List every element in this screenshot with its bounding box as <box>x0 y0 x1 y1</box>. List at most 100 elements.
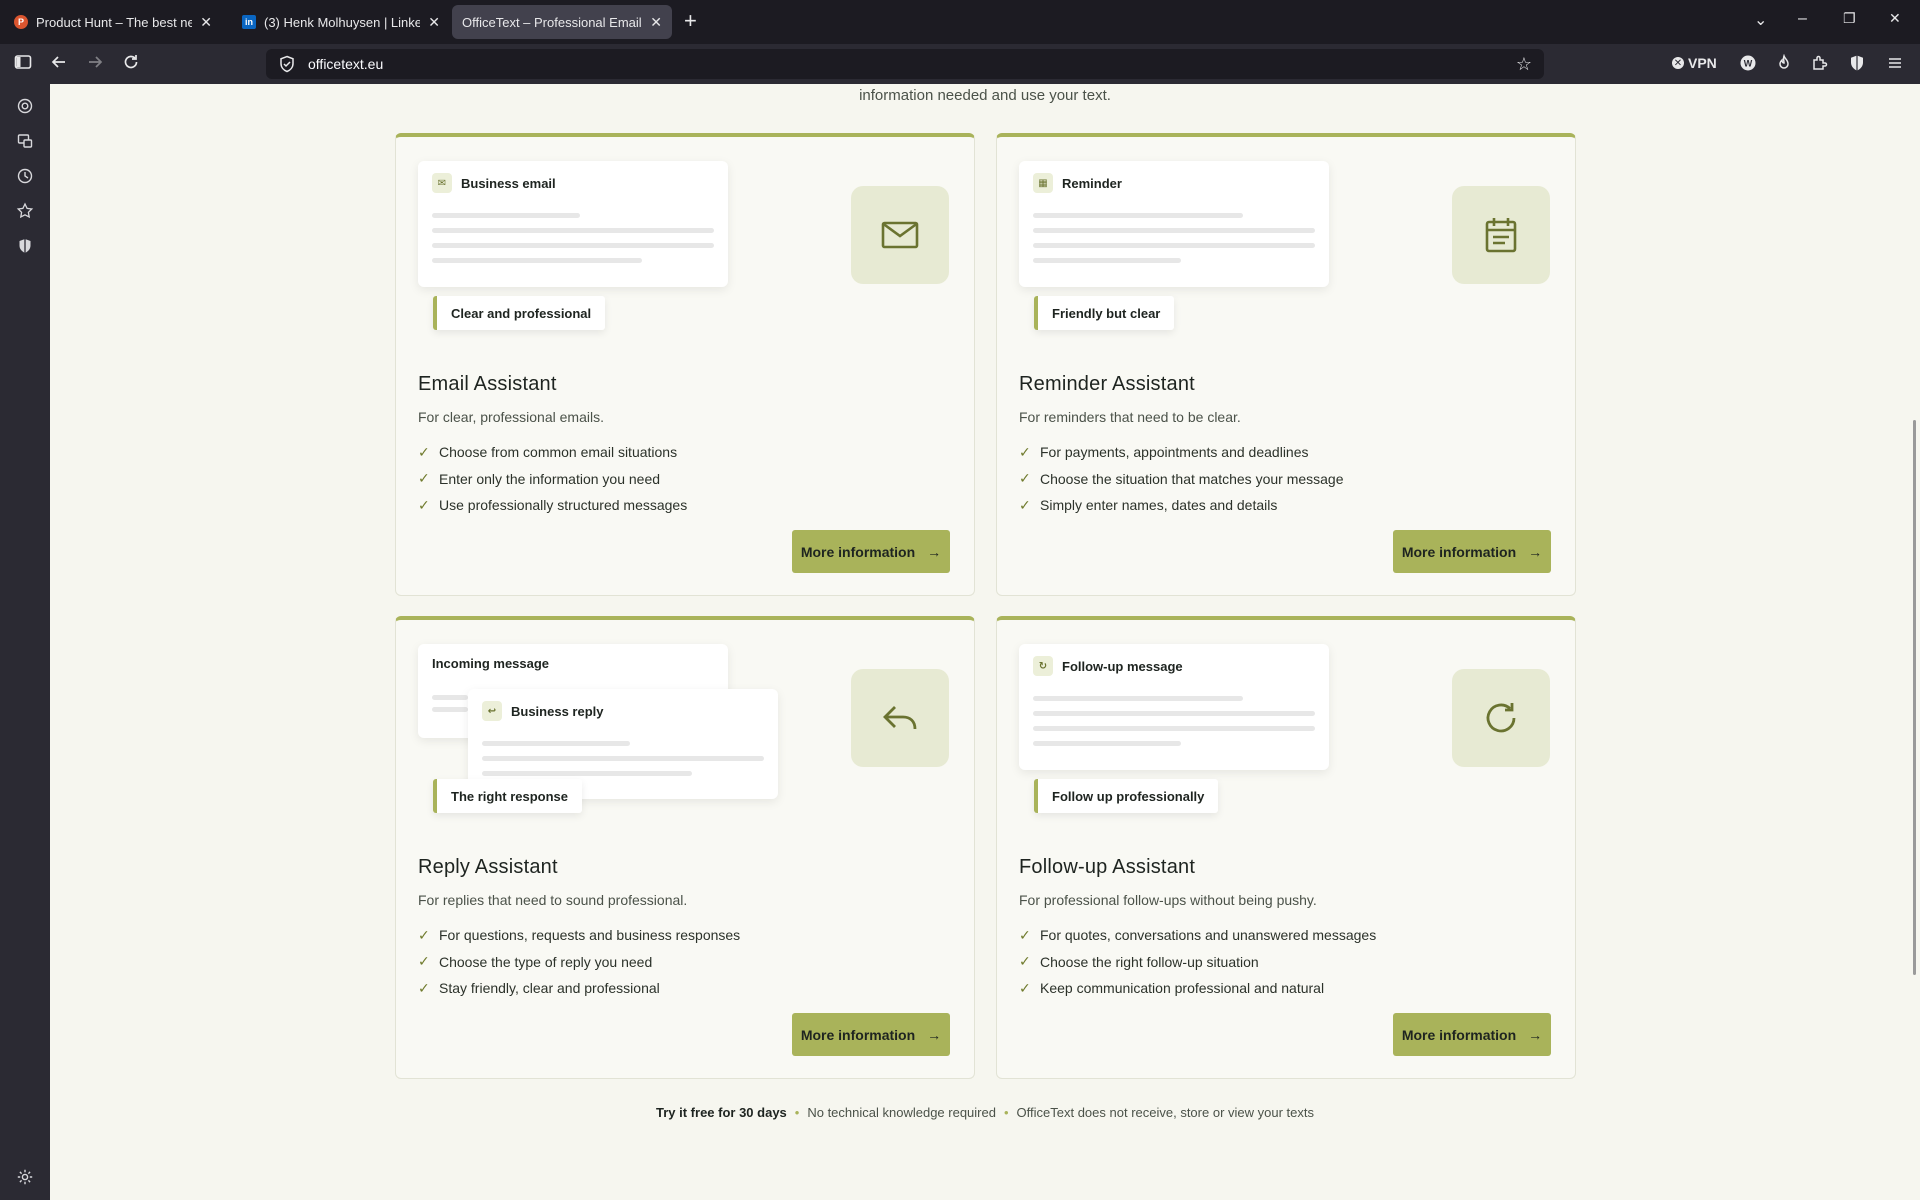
business-email-preview: ✉ Business email <box>418 161 728 287</box>
feature-item: ✓ For quotes, conversations and unanswere… <box>1019 926 1377 944</box>
new-tab-button[interactable]: + <box>684 10 697 32</box>
placeholder-line <box>482 771 692 776</box>
placeholder-line <box>482 741 630 746</box>
sidebar-toggle-icon[interactable] <box>14 53 32 76</box>
email-more-information-button[interactable]: More information → <box>792 530 950 573</box>
arrow-right-icon: → <box>927 1026 942 1043</box>
shield-icon[interactable] <box>1847 54 1867 74</box>
placeholder-line <box>1033 213 1243 218</box>
vpn-button[interactable]: ✕ VPN <box>1672 55 1717 71</box>
check-icon: ✓ <box>418 443 430 460</box>
check-icon: ✓ <box>418 926 430 943</box>
tab-list-chevron-down-icon[interactable]: ⌄ <box>1754 10 1767 30</box>
follow-up-preview: ↻ Follow-up message <box>1019 644 1329 770</box>
w-extension-icon[interactable]: W <box>1738 54 1758 74</box>
tone-tag: Follow up professionally <box>1034 779 1219 813</box>
feature-list: ✓ Choose from common email situations ✓ En… <box>418 439 687 519</box>
tab-title: OfficeText – Professional Emails Made Ea… <box>462 14 642 30</box>
restore-button[interactable]: ❐ <box>1843 10 1856 27</box>
placeholder-line <box>432 243 714 248</box>
card-subtitle: For clear, professional emails. <box>418 409 604 425</box>
card-subtitle: For reminders that need to be clear. <box>1019 409 1241 425</box>
feature-item: ✓ Simply enter names, dates and details <box>1019 496 1278 514</box>
close-window-button[interactable]: ✕ <box>1889 10 1901 27</box>
separator: • <box>794 1105 800 1120</box>
intro-text: information needed and use your text. <box>859 87 1111 104</box>
check-icon: ✓ <box>418 470 430 487</box>
url-text[interactable]: officetext.eu <box>308 56 383 72</box>
preview-title: Follow-up message <box>1062 658 1183 674</box>
card-title: Email Assistant <box>418 373 557 395</box>
placeholder-line <box>1033 726 1315 731</box>
bookmarks-icon[interactable] <box>15 202 35 222</box>
reply-mini-icon: ↩ <box>482 701 502 721</box>
ai-chat-icon[interactable] <box>15 97 35 117</box>
close-tab-icon[interactable]: ✕ <box>200 14 212 31</box>
history-icon[interactable] <box>15 167 35 187</box>
tab-bar: P Product Hunt – The best new products ✕… <box>0 0 1920 44</box>
placeholder-line <box>1033 741 1181 746</box>
placeholder-line <box>482 756 764 761</box>
trial-text: Try it free for 30 days <box>656 1105 787 1120</box>
synced-tabs-icon[interactable] <box>15 132 35 152</box>
preview-title: Incoming message <box>432 656 550 671</box>
preview-title: Business reply <box>511 703 604 719</box>
check-icon: ✓ <box>418 953 430 970</box>
reminder-preview: ▦ Reminder <box>1019 161 1329 287</box>
tab-title: (3) Henk Molhuysen | LinkedIn <box>264 14 421 30</box>
site-security-shield-icon[interactable] <box>278 55 296 73</box>
svg-text:W: W <box>1744 59 1753 69</box>
close-tab-icon[interactable]: ✕ <box>650 14 662 31</box>
placeholder-line <box>432 228 714 233</box>
feature-item: ✓ Enter only the information you need <box>418 470 661 487</box>
flame-icon[interactable] <box>1774 53 1794 74</box>
reminder-assistant-card: ▦ Reminder Friendly but clear Reminder As… <box>996 133 1576 596</box>
forward-icon[interactable] <box>86 53 104 76</box>
email-assistant-card: ✉ Business email Clear and professional E… <box>395 133 975 596</box>
card-subtitle: For replies that need to sound professio… <box>418 892 688 908</box>
placeholder-line <box>1033 243 1315 248</box>
privacy-shield-icon[interactable] <box>15 237 35 257</box>
scrollbar[interactable] <box>1913 420 1916 975</box>
placeholder-line <box>432 213 580 218</box>
calendar-mini-icon: ▦ <box>1033 173 1053 193</box>
linkedin-favicon-icon: in <box>242 15 256 29</box>
feature-item: ✓ Choose the situation that matches your … <box>1019 470 1344 487</box>
product-hunt-favicon-icon: P <box>14 15 28 29</box>
back-icon[interactable] <box>50 53 68 76</box>
arrow-right-icon: → <box>1528 543 1543 560</box>
vpn-label: VPN <box>1688 55 1717 71</box>
check-icon: ✓ <box>1019 979 1031 996</box>
follow-up-more-information-button[interactable]: More information → <box>1393 1013 1551 1056</box>
settings-icon[interactable] <box>15 1168 35 1188</box>
feature-item: ✓ Choose the type of reply you need <box>418 953 653 970</box>
placeholder-line <box>1033 696 1243 701</box>
address-bar[interactable]: officetext.eu ☆ <box>266 49 1544 79</box>
placeholder-line <box>432 695 468 700</box>
card-title: Reply Assistant <box>418 856 558 878</box>
placeholder-line <box>1033 711 1315 716</box>
menu-icon[interactable] <box>1885 54 1905 74</box>
reminder-more-information-button[interactable]: More information → <box>1393 530 1551 573</box>
puzzle-icon[interactable] <box>1810 54 1830 74</box>
privacy-text: OfficeText does not receive, store or vi… <box>1016 1105 1314 1120</box>
no-tech-knowledge-text: No technical knowledge required <box>807 1105 996 1120</box>
feature-item: ✓ Use professionally structured messages <box>418 496 688 514</box>
check-icon: ✓ <box>1019 953 1031 970</box>
tab-product-hunt[interactable]: P Product Hunt – The best new products ✕ <box>4 5 222 39</box>
tab-officetext[interactable]: OfficeText – Professional Emails Made Ea… <box>452 5 672 39</box>
card-subtitle: For professional follow-ups without bein… <box>1019 892 1317 908</box>
reload-icon[interactable] <box>122 53 140 76</box>
placeholder-line <box>1033 228 1315 233</box>
placeholder-line <box>432 258 642 263</box>
feature-item: ✓ Keep communication professional and nat… <box>1019 979 1325 997</box>
preview-title: Business email <box>461 175 556 191</box>
reply-more-information-button[interactable]: More information → <box>792 1013 950 1056</box>
minimize-button[interactable]: – <box>1798 10 1807 28</box>
card-title: Follow-up Assistant <box>1019 856 1196 878</box>
card-title: Reminder Assistant <box>1019 373 1195 395</box>
tab-linkedin[interactable]: in (3) Henk Molhuysen | LinkedIn ✕ <box>232 5 450 39</box>
check-icon: ✓ <box>1019 496 1031 513</box>
bookmark-star-icon[interactable]: ☆ <box>1516 54 1532 75</box>
close-tab-icon[interactable]: ✕ <box>428 14 440 31</box>
